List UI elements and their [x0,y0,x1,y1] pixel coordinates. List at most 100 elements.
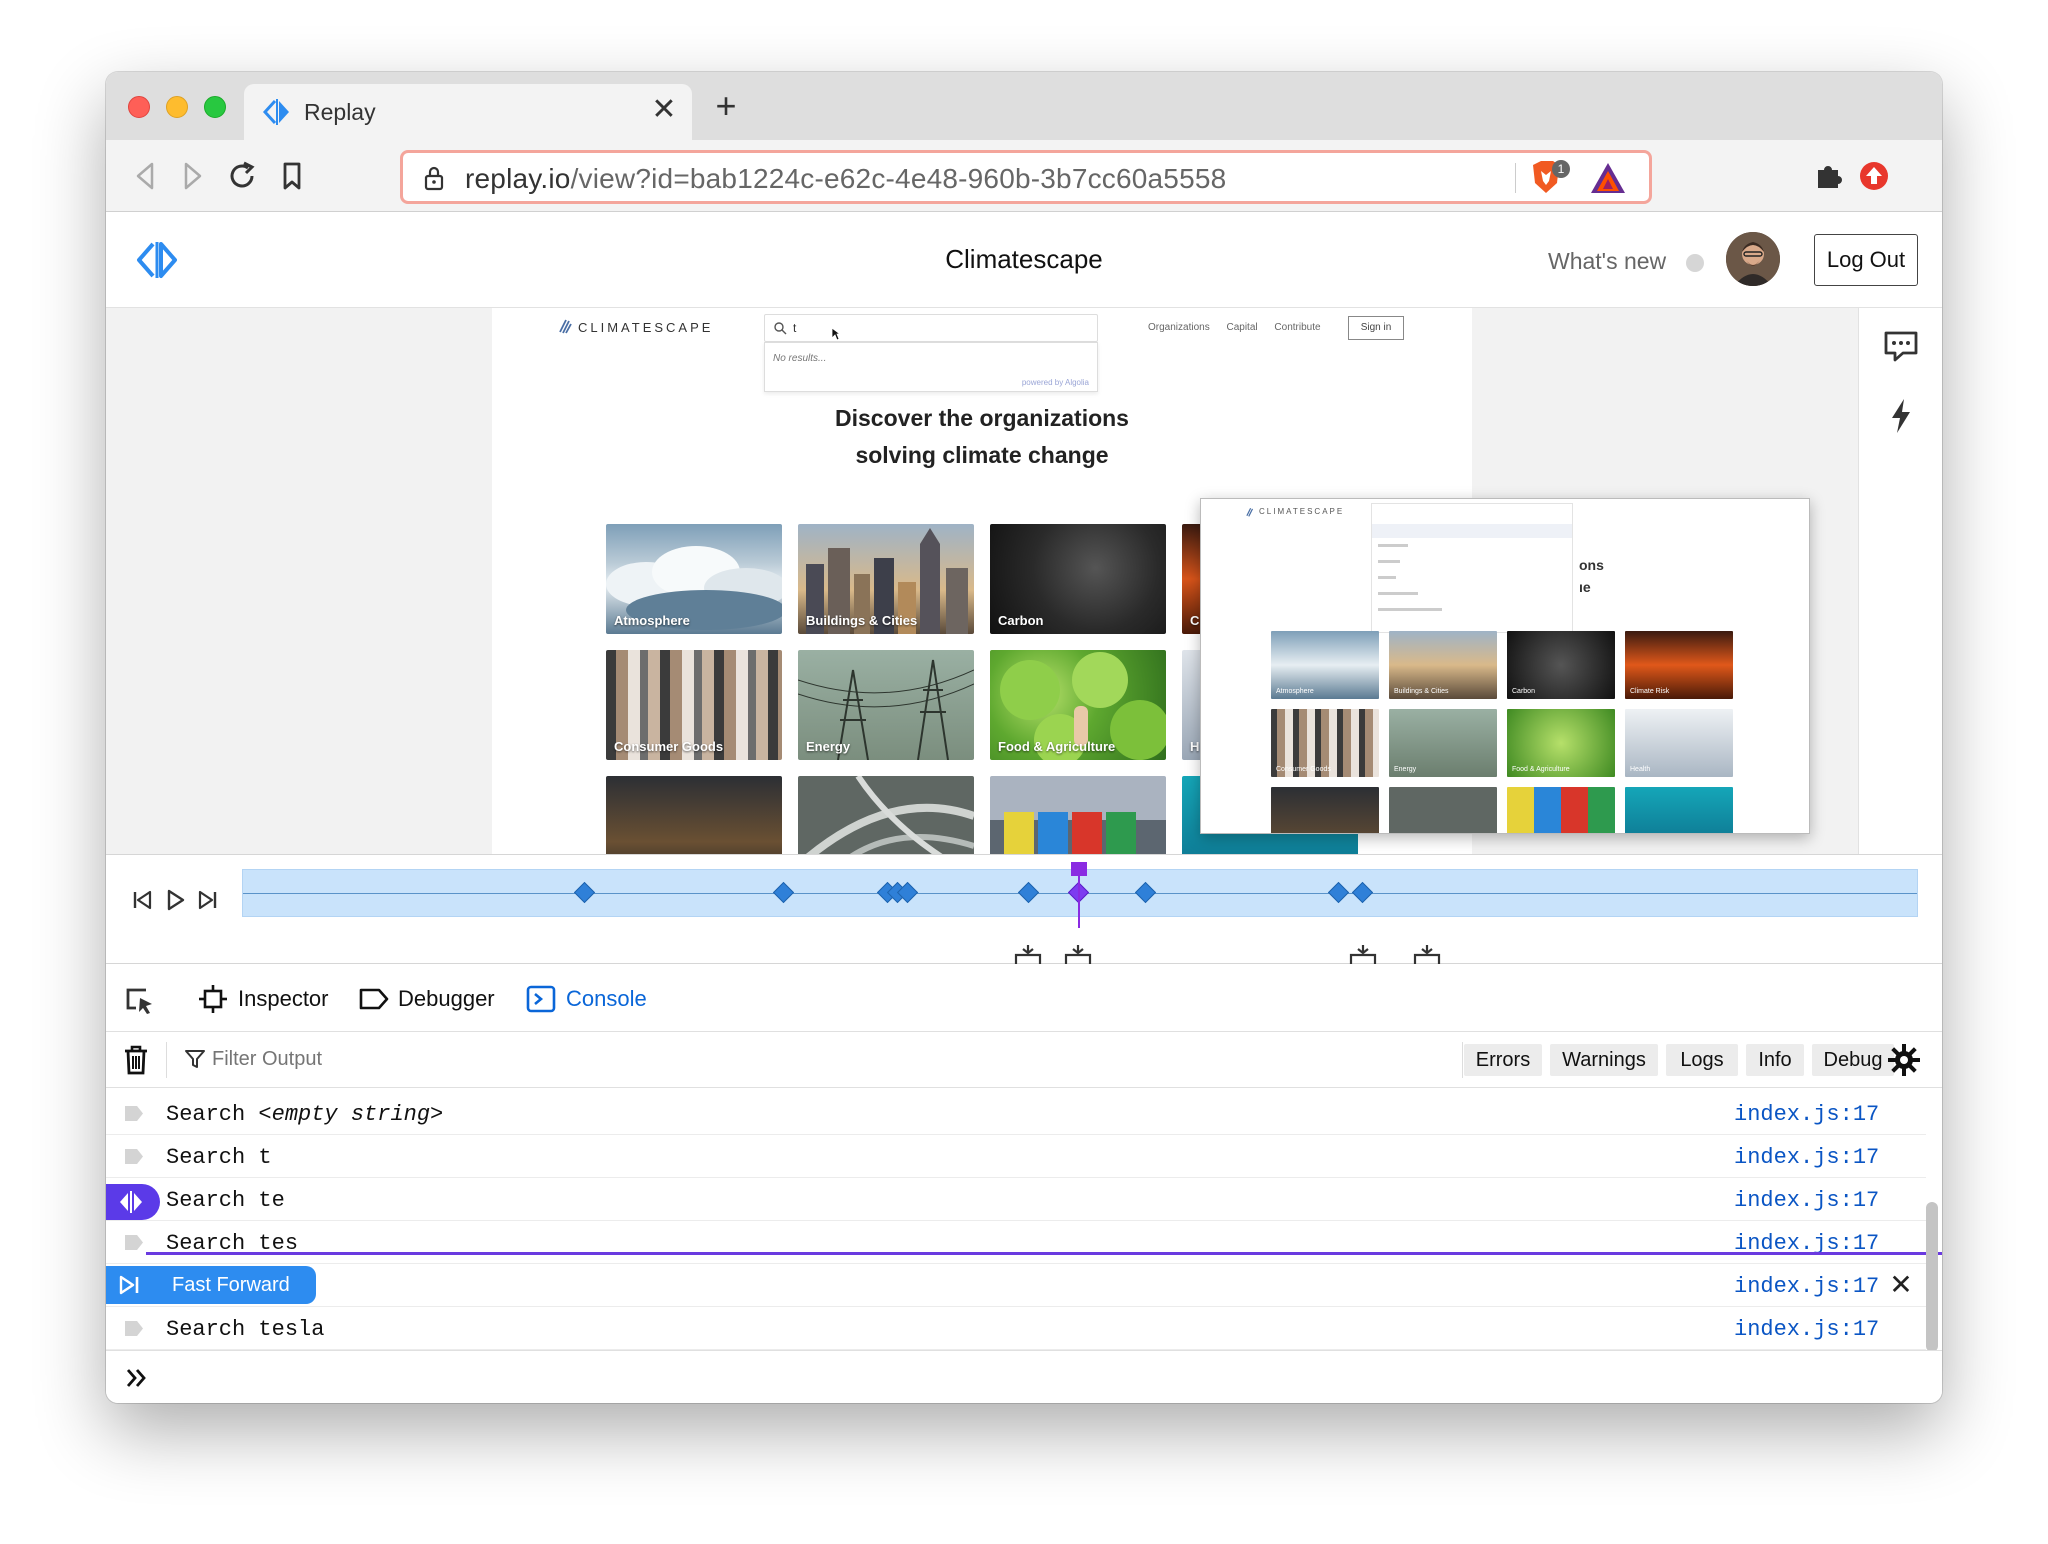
category-tile-energy[interactable]: Energy [798,650,974,760]
tab-inspector-label: Inspector [238,986,329,1011]
forward-icon[interactable] [174,158,210,194]
category-tile-consumer-goods[interactable]: Consumer Goods [606,650,782,760]
log-source-link[interactable]: index.js:17 [1734,1145,1879,1170]
level-logs-button[interactable]: Logs [1666,1044,1738,1076]
log-source-link[interactable]: index.js:17 [1734,1102,1879,1127]
play-icon[interactable] [160,885,190,915]
fast-forward-button[interactable]: Fast Forward [106,1266,316,1304]
log-marker-icon[interactable] [124,1105,144,1122]
timeline-marker[interactable] [1327,881,1350,904]
bookmark-icon[interactable] [274,158,310,194]
level-errors-button[interactable]: Errors [1464,1044,1542,1076]
climatescape-search[interactable]: t [764,314,1098,342]
console-row[interactable]: Fast Forward index.js:17 ✕ [106,1264,1926,1307]
close-icon[interactable]: ✕ [1886,1270,1916,1300]
headline-line-1: Discover the organizations [835,405,1129,431]
category-tile-atmosphere[interactable]: Atmosphere [606,524,782,634]
timeline-hover-preview: CLIMATESCAPE ons ıe Atmosphere Buildings… [1200,498,1810,834]
element-picker-icon[interactable] [124,986,156,1016]
preview-tile: Food & Agriculture [1507,709,1615,777]
category-tile-industry[interactable] [606,776,782,854]
level-debug-button[interactable]: Debug [1812,1044,1894,1076]
preview-headline-2: ıe [1579,579,1591,595]
console-row[interactable]: Search <empty string> index.js:17 [106,1092,1926,1135]
timeline-marker[interactable] [1135,881,1157,904]
console-row[interactable]: Search te index.js:17 [106,1178,1926,1221]
replay-pause-icon [120,1191,142,1213]
category-tile-food[interactable]: Food & Agriculture [990,650,1166,760]
address-bar[interactable]: replay.io/view?id=bab1224c-e62c-4e48-960… [400,150,1652,204]
level-info-button[interactable]: Info [1746,1044,1804,1076]
next-icon[interactable] [192,885,222,915]
log-message: Search t [166,1145,272,1170]
timeline-track[interactable] [242,862,1918,928]
log-source-link[interactable]: index.js:17 [1734,1317,1879,1342]
category-tile-waste[interactable] [990,776,1166,854]
log-out-button[interactable]: Log Out [1814,234,1918,286]
brave-rewards-icon[interactable] [1589,161,1627,195]
whats-new-link[interactable]: What's new [1548,248,1666,275]
lightning-icon[interactable] [1881,396,1921,436]
sign-in-button[interactable]: Sign in [1348,316,1404,340]
brave-shields-icon[interactable]: 1 [1529,159,1573,197]
close-window-button[interactable] [128,96,150,118]
nav-link-organizations[interactable]: Organizations [1148,322,1210,333]
gear-icon[interactable] [1886,1042,1922,1078]
tab-title: Replay [304,99,376,125]
trash-icon[interactable] [122,1044,150,1076]
log-marker-icon[interactable] [124,1320,144,1337]
preview-tile: Health [1625,709,1733,777]
preview-tile-label: Energy [1394,766,1417,773]
comment-icon[interactable] [1881,326,1921,366]
log-message: Search tesla [166,1317,324,1342]
paused-here-marker[interactable] [106,1184,160,1220]
climatescape-headline: Discover the organizations solving clima… [492,400,1472,474]
new-tab-button[interactable]: + [706,86,746,126]
maximize-window-button[interactable] [204,96,226,118]
timeline-marker[interactable] [773,881,795,904]
preview-headline-1: ons [1579,557,1604,573]
console-row[interactable]: Search tesla index.js:17 [106,1307,1926,1350]
previous-icon[interactable] [128,885,158,915]
preview-tile [1507,787,1615,833]
url-text[interactable]: replay.io/view?id=bab1224c-e62c-4e48-960… [465,163,1226,195]
category-tile-buildings[interactable]: Buildings & Cities [798,524,974,634]
user-avatar[interactable] [1726,232,1780,286]
nav-link-contribute[interactable]: Contribute [1274,322,1320,333]
log-marker-icon[interactable] [124,1148,144,1165]
nav-link-capital[interactable]: Capital [1226,322,1257,333]
preview-tile-label: Carbon [1512,688,1535,695]
log-marker-icon[interactable] [124,1234,144,1251]
tab-console[interactable]: Console [526,984,666,1014]
no-results-text: No results... [773,353,827,364]
extensions-puzzle-icon[interactable] [1810,158,1846,194]
tile-label: Consumer Goods [614,739,724,754]
tab-replay[interactable]: Replay ✕ [244,84,692,140]
replay-favicon-icon [262,99,289,125]
level-warnings-button[interactable]: Warnings [1550,1044,1658,1076]
recording-viewer: CLIMATESCAPE t No results... powered by … [106,308,1858,854]
log-message: Search te [166,1188,285,1213]
minimize-window-button[interactable] [166,96,188,118]
filter-output-input[interactable] [182,1038,1082,1080]
tab-debugger[interactable]: Debugger [358,984,508,1014]
playhead-handle[interactable] [1071,862,1088,876]
tab-inspector[interactable]: Inspector [198,984,338,1014]
category-tile-transportation[interactable] [798,776,974,854]
console-row[interactable]: Search tes index.js:17 [106,1221,1926,1264]
back-icon[interactable] [128,158,164,194]
reload-icon[interactable] [224,158,260,194]
close-tab-icon[interactable]: ✕ [646,92,682,128]
update-icon[interactable] [1856,158,1892,194]
preview-tile: Energy [1389,709,1497,777]
timeline-marker[interactable] [1017,881,1040,904]
playhead-line [1078,876,1081,928]
console-scrollbar[interactable] [1926,1202,1938,1352]
timeline-marker[interactable] [573,881,595,904]
console-prompt[interactable] [106,1350,1942,1403]
console-row[interactable]: Search t index.js:17 [106,1135,1926,1178]
timeline-marker[interactable] [1351,881,1373,904]
log-source-link[interactable]: index.js:17 [1734,1274,1879,1299]
log-source-link[interactable]: index.js:17 [1734,1188,1879,1213]
category-tile-carbon[interactable]: Carbon [990,524,1166,634]
